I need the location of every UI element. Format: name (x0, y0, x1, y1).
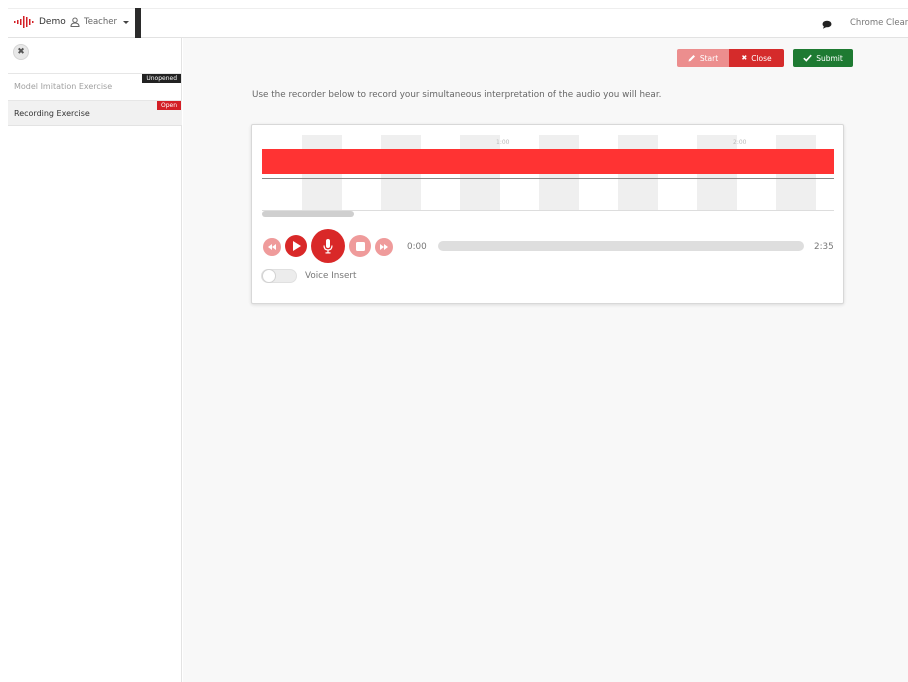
status-badge: Open (156, 101, 181, 110)
microphone-icon (323, 238, 333, 253)
main-content: Start ✖ Close Submit Use the recorder be… (183, 38, 908, 682)
voice-insert-toggle[interactable] (261, 269, 297, 283)
brand-label: Demo (39, 17, 66, 27)
exercise-item-model-imitation[interactable]: Unopened Model Imitation Exercise (8, 73, 182, 99)
fast-forward-icon (380, 244, 388, 250)
play-button[interactable] (285, 235, 307, 257)
play-icon (292, 241, 301, 251)
waveform-timeline[interactable]: 1:00 2:00 (262, 135, 834, 211)
chat-button[interactable] (820, 17, 834, 31)
checkmark-icon (803, 54, 812, 62)
audio-recorder: 1:00 2:00 0:00 2:35 Voice Insert (251, 124, 844, 304)
toggle-knob (262, 269, 276, 283)
pencil-icon (688, 55, 695, 62)
current-time: 0:00 (407, 242, 427, 252)
user-icon (70, 17, 80, 27)
rewind-button[interactable] (263, 238, 281, 256)
recording-track-line (262, 178, 834, 179)
exercise-label: Model Imitation Exercise (14, 82, 113, 91)
browser-menu[interactable]: Chrome Clean (850, 18, 908, 28)
rewind-icon (268, 244, 276, 250)
fast-forward-button[interactable] (375, 238, 393, 256)
brand-link[interactable]: Demo (14, 16, 66, 28)
voice-insert-label: Voice Insert (305, 271, 357, 281)
close-button[interactable]: ✖ Close (729, 49, 784, 67)
chat-bubble-icon (822, 20, 832, 29)
chevron-down-icon (122, 20, 129, 24)
top-navbar: Demo Teacher Chrome Clean (8, 8, 908, 39)
close-icon: ✖ (17, 47, 25, 57)
record-button[interactable] (311, 229, 345, 263)
browser-menu-label: Chrome Clean (850, 18, 908, 28)
status-badge: Unopened (142, 74, 181, 83)
exercise-sidebar: ✖ Unopened Model Imitation Exercise Open… (8, 38, 182, 682)
user-menu-label: Teacher (84, 17, 117, 27)
timeline-scrollbar[interactable] (262, 211, 354, 217)
user-menu[interactable]: Teacher (70, 17, 129, 27)
stop-button[interactable] (349, 235, 371, 257)
total-time: 2:35 (814, 242, 834, 252)
close-sidebar-button[interactable]: ✖ (13, 44, 29, 60)
sidebar-resize-handle[interactable] (135, 8, 141, 39)
close-icon: ✖ (741, 54, 748, 62)
exercise-item-recording[interactable]: Open Recording Exercise (8, 100, 182, 126)
submit-label: Submit (816, 53, 843, 63)
stop-icon (355, 241, 365, 251)
start-button[interactable]: Start (677, 49, 729, 67)
instruction-text: Use the recorder below to record your si… (252, 90, 662, 100)
exercise-label: Recording Exercise (14, 109, 90, 118)
start-label: Start (699, 53, 719, 63)
playback-progress-bar[interactable] (438, 241, 804, 251)
timeline-tick-label: 2:00 (733, 139, 747, 146)
audio-waveform (262, 149, 834, 174)
timeline-tick-label: 1:00 (496, 139, 510, 146)
sound-wave-logo-icon (14, 16, 34, 28)
close-label: Close (751, 53, 772, 63)
submit-button[interactable]: Submit (793, 49, 853, 67)
